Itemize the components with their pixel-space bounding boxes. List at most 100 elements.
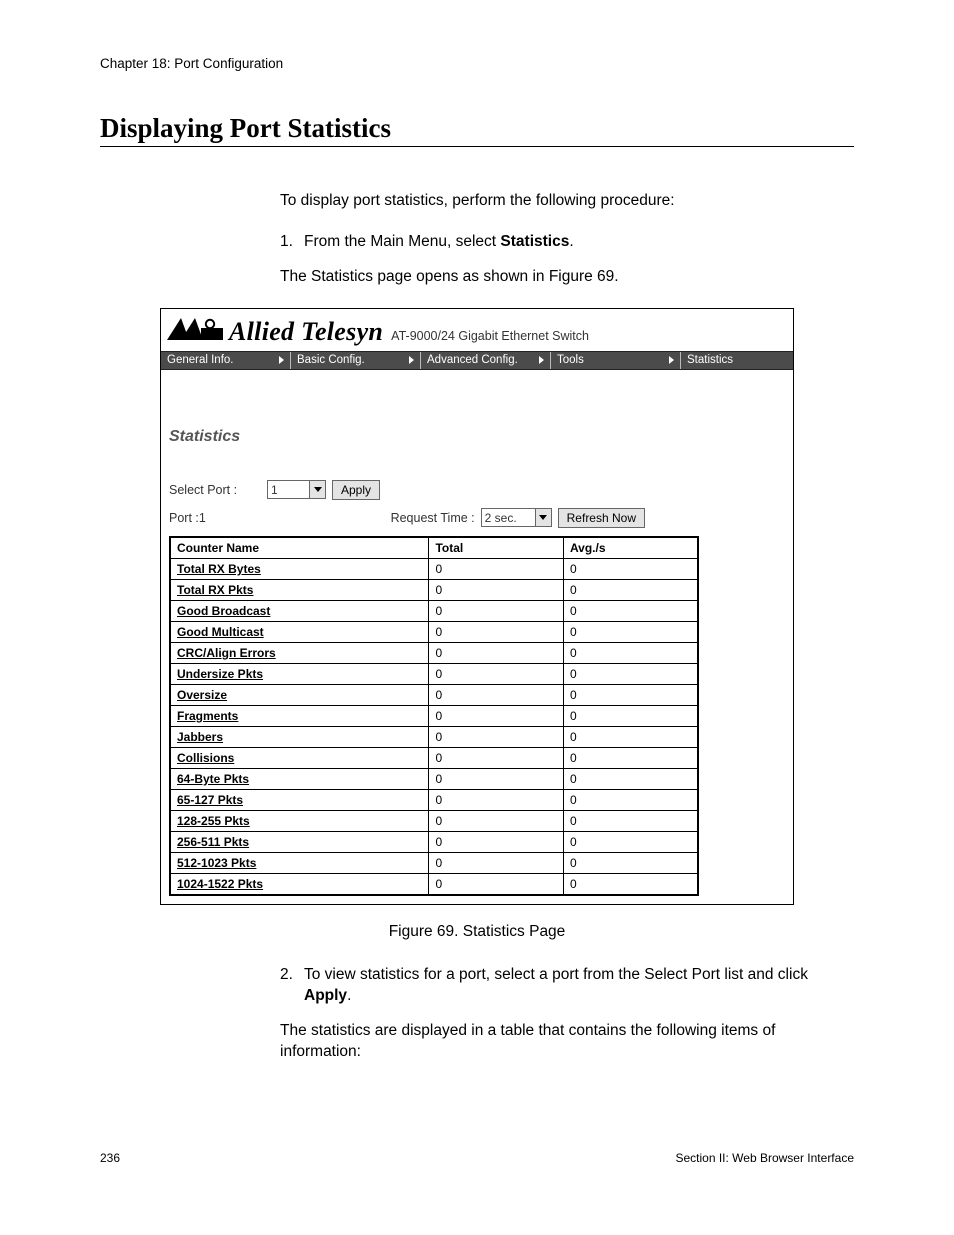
step-2-text: To view statistics for a port, select a … [304,965,854,1007]
counter-link[interactable]: 128-255 Pkts [177,814,250,828]
counter-cell: 256-511 Pkts [170,831,429,852]
counter-link[interactable]: Good Broadcast [177,604,270,618]
counter-cell: Good Multicast [170,621,429,642]
step-2-prefix: To view statistics for a port, select a … [304,966,808,983]
request-time-value: 2 sec. [482,509,535,526]
counter-link[interactable]: 512-1023 Pkts [177,856,256,870]
counter-cell: Good Broadcast [170,600,429,621]
total-cell: 0 [429,579,563,600]
total-cell: 0 [429,747,563,768]
menu-arrow-icon [409,356,414,364]
avg-cell: 0 [563,579,698,600]
counter-link[interactable]: Good Multicast [177,625,264,639]
step-2-number: 2. [280,965,304,1007]
device-header: Allied Telesyn AT-9000/24 Gigabit Ethern… [161,309,793,351]
menu-arrow-icon [539,356,544,364]
step-1-number: 1. [280,232,304,253]
counter-cell: 1024-1522 Pkts [170,873,429,895]
counter-cell: Undersize Pkts [170,663,429,684]
counter-link[interactable]: Fragments [177,709,238,723]
step-2-bold: Apply [304,987,347,1004]
counter-link[interactable]: Jabbers [177,730,223,744]
menu-item-label: Tools [557,354,584,366]
avg-cell: 0 [563,789,698,810]
total-cell: 0 [429,621,563,642]
total-cell: 0 [429,768,563,789]
counter-cell: 128-255 Pkts [170,810,429,831]
step-1-follow: The Statistics page opens as shown in Fi… [280,267,854,288]
figure-caption: Figure 69. Statistics Page [100,923,854,941]
table-row: Collisions00 [170,747,698,768]
total-cell: 0 [429,852,563,873]
avg-cell: 0 [563,558,698,579]
counter-cell: 512-1023 Pkts [170,852,429,873]
counter-link[interactable]: Total RX Pkts [177,583,253,597]
counter-link[interactable]: 1024-1522 Pkts [177,877,263,891]
table-row: Good Multicast00 [170,621,698,642]
counter-cell: Total RX Pkts [170,579,429,600]
port-value: 1 [199,511,206,525]
total-cell: 0 [429,705,563,726]
section-title: Displaying Port Statistics [100,113,854,147]
brand-name: Allied Telesyn [229,317,383,347]
counter-link[interactable]: CRC/Align Errors [177,646,276,660]
counter-link[interactable]: Oversize [177,688,227,702]
avg-cell: 0 [563,831,698,852]
counter-link[interactable]: Collisions [177,751,234,765]
total-cell: 0 [429,642,563,663]
counter-link[interactable]: Total RX Bytes [177,562,261,576]
step-1-suffix: . [569,233,573,250]
select-port-dropdown[interactable]: 1 [267,480,326,499]
menu-item[interactable]: Tools [551,352,681,369]
figure-69: Allied Telesyn AT-9000/24 Gigabit Ethern… [160,308,794,905]
counter-link[interactable]: 64-Byte Pkts [177,772,249,786]
counter-link[interactable]: 256-511 Pkts [177,835,249,849]
step-2: 2. To view statistics for a port, select… [280,965,854,1007]
avg-cell: 0 [563,726,698,747]
chapter-header: Chapter 18: Port Configuration [100,56,854,71]
col-total: Total [429,537,563,559]
total-cell: 0 [429,663,563,684]
avg-cell: 0 [563,705,698,726]
table-row: Good Broadcast00 [170,600,698,621]
step-1-bold: Statistics [500,233,569,250]
dropdown-arrow-icon[interactable] [535,509,551,526]
dropdown-arrow-icon[interactable] [309,481,325,498]
statistics-table: Counter Name Total Avg./s Total RX Bytes… [169,536,699,896]
panel-title: Statistics [169,428,785,446]
table-row: 512-1023 Pkts00 [170,852,698,873]
counter-link[interactable]: Undersize Pkts [177,667,263,681]
menu-item-label: General Info. [167,354,233,366]
apply-button[interactable]: Apply [332,480,380,500]
step-1: 1. From the Main Menu, select Statistics… [280,232,854,253]
menu-item[interactable]: Basic Config. [291,352,421,369]
avg-cell: 0 [563,684,698,705]
request-time-dropdown[interactable]: 2 sec. [481,508,552,527]
counter-cell: Oversize [170,684,429,705]
step-1-text: From the Main Menu, select Statistics. [304,232,854,253]
step-2-follow: The statistics are displayed in a table … [280,1021,854,1063]
table-header-row: Counter Name Total Avg./s [170,537,698,559]
avg-cell: 0 [563,663,698,684]
col-avg: Avg./s [563,537,698,559]
counter-cell: 65-127 Pkts [170,789,429,810]
counter-link[interactable]: 65-127 Pkts [177,793,243,807]
step-2-suffix: . [347,987,351,1004]
avg-cell: 0 [563,600,698,621]
table-row: 1024-1522 Pkts00 [170,873,698,895]
page-number: 236 [100,1151,120,1165]
menu-item[interactable]: General Info. [161,352,291,369]
counter-cell: Total RX Bytes [170,558,429,579]
menu-item[interactable]: Statistics [681,352,793,369]
counter-cell: 64-Byte Pkts [170,768,429,789]
menu-item[interactable]: Advanced Config. [421,352,551,369]
table-row: 256-511 Pkts00 [170,831,698,852]
table-row: Oversize 00 [170,684,698,705]
main-menu: General Info. Basic Config. Advanced Conf… [161,351,793,370]
total-cell: 0 [429,684,563,705]
refresh-button[interactable]: Refresh Now [558,508,645,528]
table-row: 64-Byte Pkts00 [170,768,698,789]
table-row: Total RX Pkts 00 [170,579,698,600]
step-1-prefix: From the Main Menu, select [304,233,500,250]
total-cell: 0 [429,789,563,810]
